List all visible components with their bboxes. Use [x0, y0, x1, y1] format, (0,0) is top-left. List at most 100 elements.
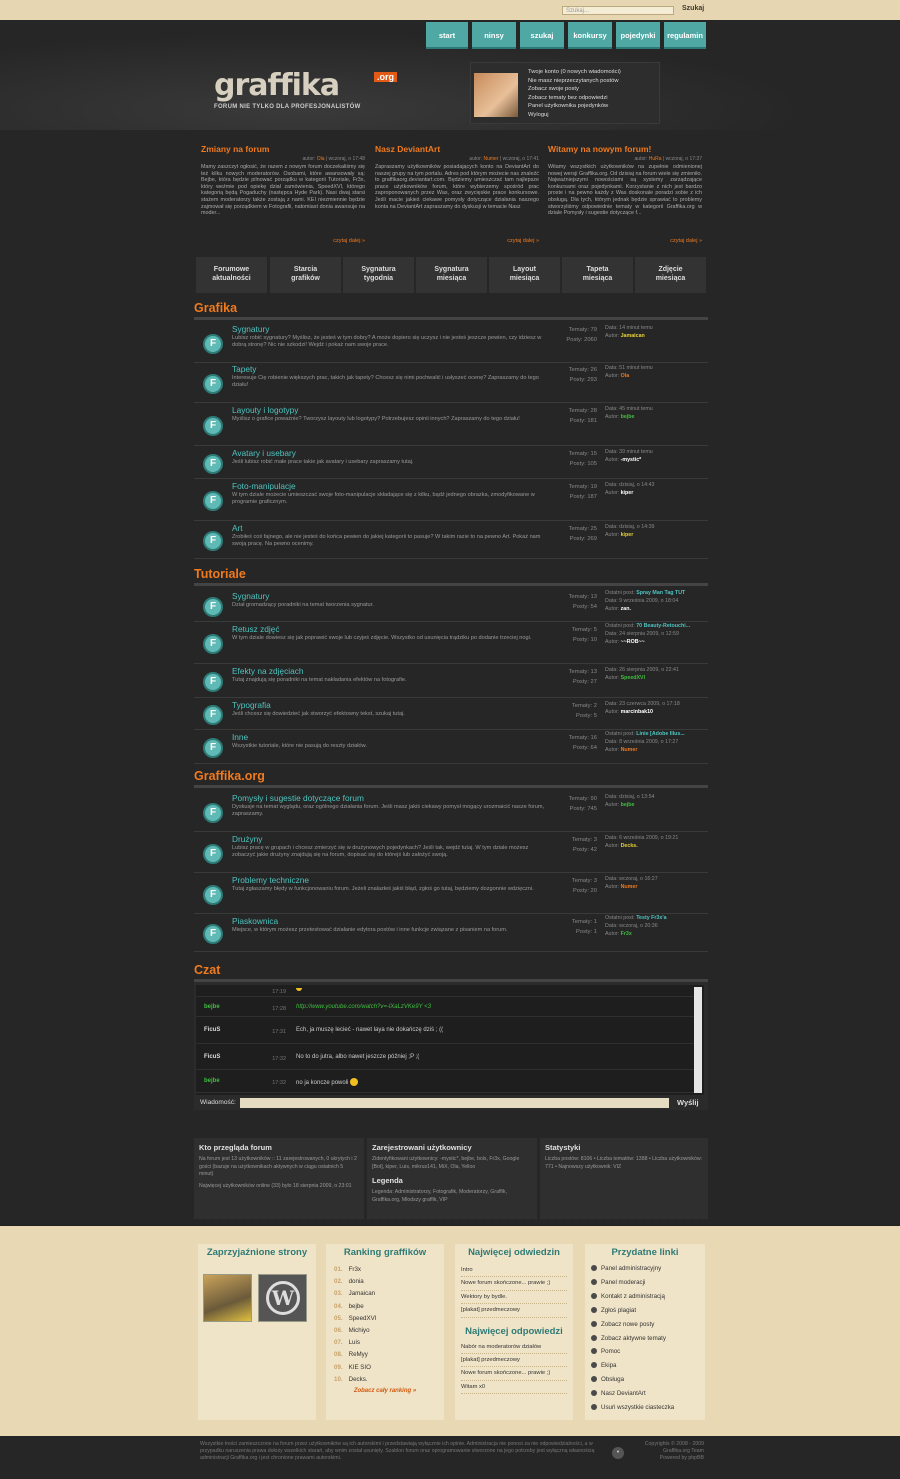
nav-pojedynki[interactable]: pojedynki: [616, 22, 660, 49]
useful-link[interactable]: Kontakt z administracją: [591, 1290, 699, 1304]
forum-title[interactable]: Avatary i usebary: [232, 448, 296, 458]
ranking-user[interactable]: Michiyo: [349, 1327, 370, 1334]
useful-link[interactable]: Zgłoś plagiat: [591, 1304, 699, 1318]
read-more-link[interactable]: czytaj dalej »: [375, 238, 539, 244]
useful-link[interactable]: Panel administracyjny: [591, 1262, 699, 1276]
chat-username[interactable]: FicuS: [204, 1027, 220, 1033]
forum-title[interactable]: Problemy techniczne: [232, 875, 309, 885]
forum-row[interactable]: F Problemy techniczne Tutaj zgłaszamy błęd…: [194, 873, 708, 914]
visited-link[interactable]: [plakat] przedmeczowy: [461, 1304, 567, 1318]
forum-row[interactable]: F Inne Wszystkie tutoriale, które nie pasu…: [194, 730, 708, 764]
ranking-user[interactable]: Jamaican: [349, 1290, 375, 1297]
tab-2[interactable]: Sygnatura tygodnia: [343, 257, 415, 293]
send-button[interactable]: Wyślij: [677, 1098, 699, 1107]
useful-link[interactable]: Usuń wszystkie ciasteczka: [591, 1401, 699, 1415]
forum-row[interactable]: F Sygnatury Lubisz robić sygnatury? Myślis…: [194, 322, 708, 363]
visited-link[interactable]: Wektory by bydle.: [461, 1291, 567, 1305]
last-post-author[interactable]: ~~ROB~~: [621, 639, 645, 645]
useful-link[interactable]: Ekipa: [591, 1359, 699, 1373]
news-title[interactable]: Nasz DeviantArt: [375, 144, 539, 154]
last-post-author[interactable]: kiper: [621, 532, 634, 538]
forum-row[interactable]: F Typografia Jeśli chcesz się dowiedzieć j…: [194, 698, 708, 730]
chat-text[interactable]: http://www.youtube.com/watch?v=-lXaLzVKe…: [296, 1004, 431, 1010]
ranking-item[interactable]: 09. KIE SIO: [334, 1362, 436, 1374]
forum-title[interactable]: Inne: [232, 732, 248, 742]
ranking-item[interactable]: 05. SpeedXVI: [334, 1313, 436, 1325]
news-title[interactable]: Witamy na nowym forum!: [548, 144, 702, 154]
forum-row[interactable]: F Avatary i usebary Jeśli lubisz robić mał…: [194, 446, 708, 479]
forum-row[interactable]: F Tapety Interesuje Cię robienie większych…: [194, 362, 708, 403]
ranking-item[interactable]: 03. Jamaican: [334, 1288, 436, 1300]
ranking-user[interactable]: ReMyy: [349, 1351, 368, 1358]
forum-row[interactable]: F Art Zrobiłeś coś fajnego, ale nie jesteś…: [194, 521, 708, 559]
forum-title[interactable]: Efekty na zdjęciach: [232, 666, 303, 676]
link-account[interactable]: Twoje konto (0 nowych wiadomości): [528, 68, 621, 77]
chat-scrollbar[interactable]: [694, 987, 702, 1093]
forum-row[interactable]: F Sygnatury Dział gromadzący poradniki na …: [194, 589, 708, 622]
forum-row[interactable]: F Foto-manipulacje W tym dziale możecie um…: [194, 479, 708, 521]
nav-ninsy[interactable]: ninsy: [472, 22, 516, 49]
last-post-author[interactable]: bejbe: [621, 802, 635, 808]
forum-title[interactable]: Retusz zdjęć: [232, 624, 280, 634]
search-button[interactable]: Szukaj: [682, 5, 704, 12]
replies-link[interactable]: Nabór na moderatorów działów: [461, 1341, 567, 1355]
forum-title[interactable]: Typografia: [232, 700, 271, 710]
ranking-item[interactable]: 08. ReMyy: [334, 1349, 436, 1361]
ranking-item[interactable]: 10. Decks.: [334, 1374, 436, 1386]
chat-username[interactable]: FicuS: [204, 1054, 220, 1060]
avatar[interactable]: [474, 73, 518, 117]
forum-title[interactable]: Sygnatury: [232, 591, 269, 601]
ranking-user[interactable]: KIE SIO: [349, 1364, 371, 1371]
link-my-posts[interactable]: Zobacz swoje posty: [528, 85, 621, 94]
tab-3[interactable]: Sygnatura miesiąca: [416, 257, 488, 293]
forum-title[interactable]: Piaskownica: [232, 916, 278, 926]
replies-link[interactable]: [plakat] przedmeczowy: [461, 1354, 567, 1368]
useful-link[interactable]: Zobacz nowe posty: [591, 1318, 699, 1332]
tab-6[interactable]: Zdjęcie miesiąca: [635, 257, 707, 293]
link-duel-panel[interactable]: Panel użytkownika pojedynków: [528, 102, 621, 111]
link-logout[interactable]: Wyloguj: [528, 111, 621, 120]
news-title[interactable]: Zmiany na forum: [201, 144, 365, 154]
chat-username[interactable]: bejbe: [204, 1078, 220, 1084]
useful-link[interactable]: Panel moderacji: [591, 1276, 699, 1290]
ranking-item[interactable]: 06. Michiyo: [334, 1325, 436, 1337]
friend-banner-1[interactable]: [203, 1274, 252, 1322]
last-post-author[interactable]: Numer: [621, 884, 638, 890]
forum-title[interactable]: Layouty i logotypy: [232, 405, 298, 415]
ranking-user[interactable]: Luis: [349, 1339, 360, 1346]
last-post-author[interactable]: -mystic*: [621, 457, 642, 463]
link-unanswered[interactable]: Zobacz tematy bez odpowiedzi: [528, 94, 621, 103]
last-post-author[interactable]: bejbe: [621, 414, 635, 420]
last-post-author[interactable]: marcinbak10: [621, 709, 653, 715]
useful-link[interactable]: Nasz DeviantArt: [591, 1387, 699, 1401]
useful-link[interactable]: Obsługa: [591, 1373, 699, 1387]
last-post-author[interactable]: SpeedXVI: [621, 675, 645, 681]
ranking-more-link[interactable]: Zobacz cały ranking »: [334, 1388, 436, 1394]
last-post-author[interactable]: Decks.: [621, 843, 638, 849]
tab-0[interactable]: Forumowe aktualności: [196, 257, 268, 293]
useful-link[interactable]: Pomoc: [591, 1345, 699, 1359]
nav-szukaj[interactable]: szukaj: [520, 22, 564, 49]
tab-1[interactable]: Starcia grafików: [270, 257, 342, 293]
ranking-user[interactable]: Decks.: [349, 1376, 368, 1383]
search-input[interactable]: Szukaj...: [562, 6, 674, 15]
last-post-link[interactable]: Spray Man Tag TUT: [636, 590, 685, 596]
ranking-item[interactable]: 01. Fr3x: [334, 1264, 436, 1276]
nav-regulamin[interactable]: regulamin: [664, 22, 706, 49]
ranking-item[interactable]: 02. donia: [334, 1276, 436, 1288]
replies-link[interactable]: Nowe forum skończone... prawie ;): [461, 1367, 567, 1381]
ranking-user[interactable]: bejbe: [349, 1303, 364, 1310]
last-post-author[interactable]: kiper: [621, 490, 634, 496]
forum-title[interactable]: Art: [232, 523, 243, 533]
forum-row[interactable]: F Piaskownica Miejsce, w którym możesz prz…: [194, 914, 708, 952]
forum-row[interactable]: F Retusz zdjęć W tym dziale dowiesz się ja…: [194, 622, 708, 664]
last-post-author[interactable]: Fr3x: [621, 931, 632, 937]
ranking-item[interactable]: 04. bejbe: [334, 1301, 436, 1313]
forum-title[interactable]: Drużyny: [232, 834, 262, 844]
tab-5[interactable]: Tapeta miesiąca: [562, 257, 634, 293]
site-logo[interactable]: graffika .org FORUM NIE TYLKO DLA PROFES…: [214, 70, 397, 120]
ranking-item[interactable]: 07. Luis: [334, 1337, 436, 1349]
read-more-link[interactable]: czytaj dalej »: [548, 238, 702, 244]
last-post-link[interactable]: Linie [Adobe Illus...: [636, 731, 685, 737]
last-post-author[interactable]: Jamaican: [621, 333, 645, 339]
